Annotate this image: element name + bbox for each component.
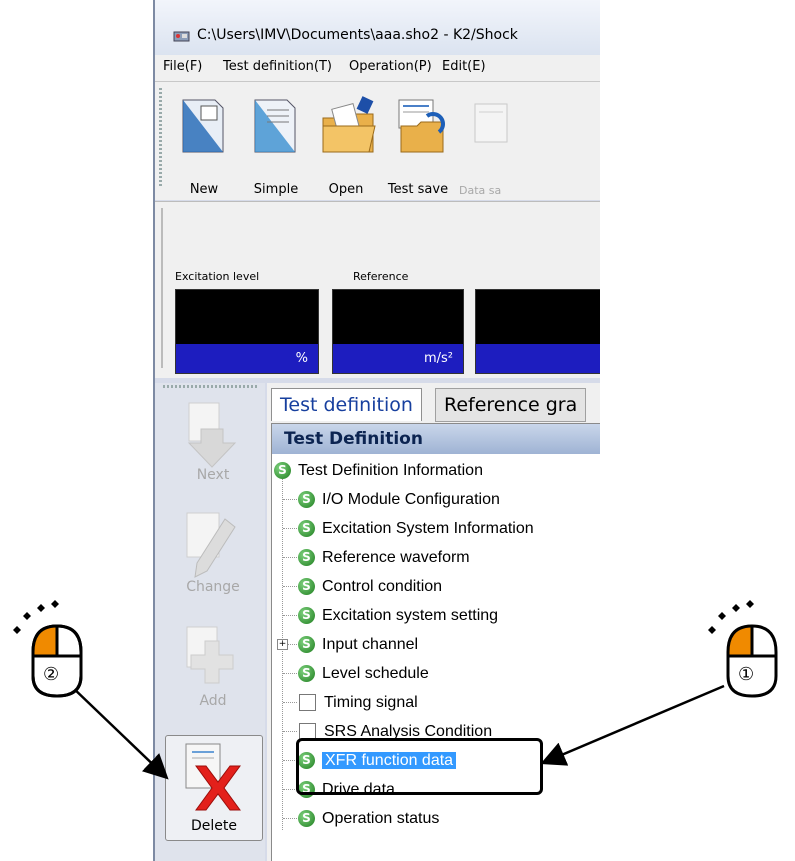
mouse-step-1: ① — [700, 600, 790, 704]
step-1-number: ① — [738, 664, 755, 685]
step-2-number: ② — [43, 664, 60, 685]
mouse-step-2: ② — [5, 600, 95, 704]
instruction-arrows — [69, 684, 725, 780]
mouse-click-icon — [708, 600, 778, 698]
arrow-to-highlight — [540, 684, 725, 766]
mouse-click-icon — [13, 600, 83, 698]
